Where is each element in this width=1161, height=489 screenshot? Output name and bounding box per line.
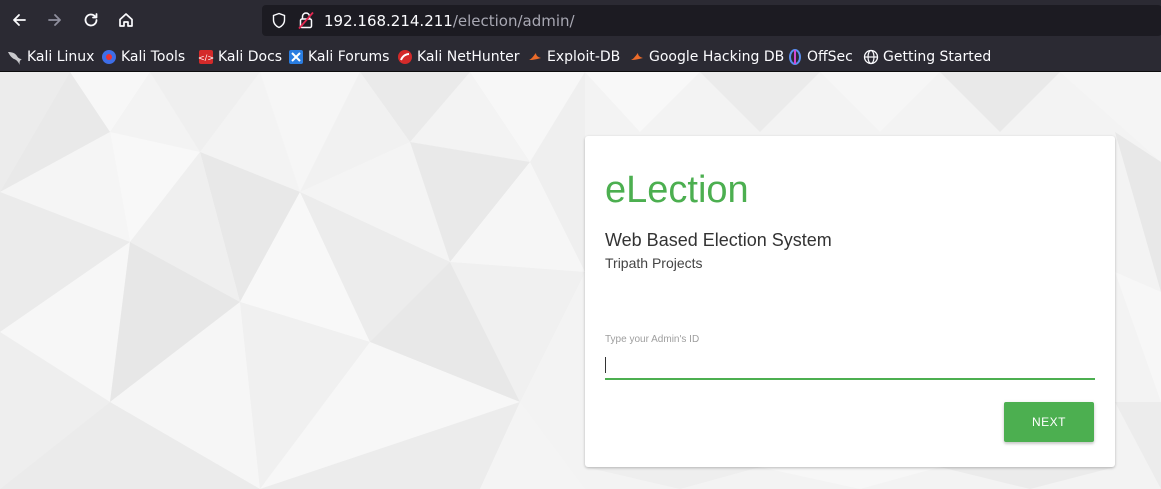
- bookmark-exploit-db[interactable]: Exploit-DB: [527, 47, 620, 67]
- ghdb-icon: [629, 49, 645, 65]
- forward-arrow-icon: [48, 14, 61, 26]
- app-brand-title: eLection: [605, 169, 749, 211]
- svg-text:</>: </>: [198, 54, 214, 63]
- bookmark-kali-linux[interactable]: Kali Linux: [7, 47, 94, 67]
- home-icon: [119, 13, 133, 27]
- globe-icon: [863, 49, 879, 65]
- kali-nethunter-icon: [397, 49, 413, 65]
- bookmark-label: Google Hacking DB: [649, 49, 785, 65]
- bookmark-label: Kali Docs: [218, 49, 283, 65]
- forward-button[interactable]: [43, 8, 67, 32]
- bookmark-offsec[interactable]: OffSec: [787, 47, 853, 67]
- address-bar[interactable]: 192.168.214.211/election/admin/: [262, 5, 1161, 36]
- admin-id-input[interactable]: [605, 350, 1095, 380]
- bookmark-kali-docs[interactable]: </> Kali Docs: [198, 47, 282, 67]
- browser-toolbar: 192.168.214.211/election/admin/: [0, 0, 1161, 41]
- reload-icon: [84, 13, 98, 27]
- page-viewport: eLection Web Based Election System Tripa…: [0, 72, 1161, 489]
- kali-docs-icon: </>: [198, 49, 214, 65]
- bookmark-label: Kali Linux: [27, 49, 95, 65]
- bookmark-label: Kali Forums: [308, 49, 390, 65]
- shield-icon[interactable]: [271, 12, 287, 33]
- bookmark-google-hacking-db[interactable]: Google Hacking DB: [629, 47, 784, 67]
- url-host: 192.168.214.211: [324, 12, 453, 30]
- url-path: /election/admin/: [452, 12, 575, 30]
- exploit-db-icon: [527, 49, 543, 65]
- organization-name: Tripath Projects: [605, 255, 703, 271]
- reload-button[interactable]: [79, 8, 103, 32]
- bookmark-getting-started[interactable]: Getting Started: [863, 47, 991, 67]
- url-text[interactable]: 192.168.214.211/election/admin/: [324, 12, 575, 30]
- back-arrow-icon: [13, 14, 26, 26]
- offsec-icon: [787, 49, 803, 65]
- admin-id-label: Type your Admin's ID: [605, 334, 700, 345]
- bookmark-kali-tools[interactable]: Kali Tools: [101, 47, 185, 67]
- bookmarks-toolbar: Kali Linux Kali Tools </> Kali Docs Kali…: [0, 41, 1161, 72]
- bookmark-label: Exploit-DB: [547, 49, 621, 65]
- insecure-lock-icon[interactable]: [298, 11, 314, 34]
- bookmark-label: Kali NetHunter: [417, 49, 520, 65]
- home-button[interactable]: [114, 8, 138, 32]
- bookmark-label: Kali Tools: [121, 49, 186, 65]
- bookmark-label: OffSec: [807, 49, 853, 65]
- text-caret: [605, 357, 606, 373]
- kali-forums-icon: [288, 49, 304, 65]
- admin-login-card: eLection Web Based Election System Tripa…: [585, 136, 1115, 467]
- back-button[interactable]: [7, 8, 31, 32]
- kali-tools-icon: [101, 49, 117, 65]
- bookmark-kali-forums[interactable]: Kali Forums: [288, 47, 389, 67]
- bookmark-kali-nethunter[interactable]: Kali NetHunter: [397, 47, 519, 67]
- bookmark-label: Getting Started: [883, 49, 992, 65]
- app-subtitle: Web Based Election System: [605, 230, 832, 250]
- kali-dragon-icon: [7, 49, 23, 65]
- next-button[interactable]: NEXT: [1004, 402, 1094, 442]
